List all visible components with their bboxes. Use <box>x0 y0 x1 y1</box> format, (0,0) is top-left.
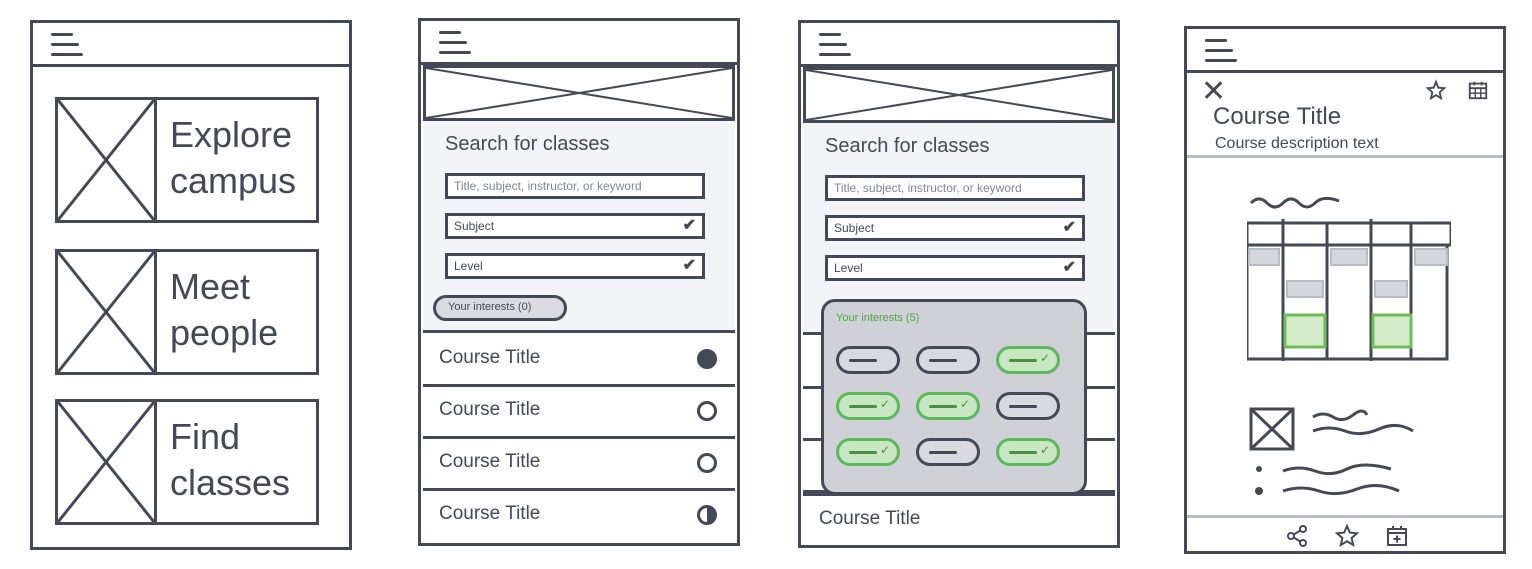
menu-icon[interactable] <box>819 33 851 56</box>
find-classes-tile[interactable]: Find classes <box>55 399 319 525</box>
course-description: Course description text <box>1215 135 1379 152</box>
image-placeholder <box>58 402 157 522</box>
interest-chip-selected[interactable]: ✓ <box>836 438 900 466</box>
interest-chip-selected[interactable]: ✓ <box>996 438 1060 466</box>
interest-chip-selected[interactable]: ✓ <box>996 346 1060 374</box>
schedule-grid <box>1247 219 1451 361</box>
course-title: Course Title <box>439 347 541 368</box>
chip-label-squiggle <box>929 359 957 362</box>
course-detail-screen: ✕ Course Title Course description text <box>1184 26 1506 554</box>
course-title: Course Title <box>439 399 541 420</box>
interest-chip-selected[interactable]: ✓ <box>916 392 980 420</box>
tile-label-line1: Find <box>170 416 241 457</box>
search-panel: Search for classes Title, subject, instr… <box>423 121 735 333</box>
top-bar <box>421 21 737 65</box>
chevron-down-icon: ✔ <box>1062 219 1076 236</box>
top-bar <box>1187 29 1503 73</box>
tile-label-line1: Explore <box>170 114 293 155</box>
image-placeholder <box>58 100 157 220</box>
interest-chip-selected[interactable]: ✓ <box>836 392 900 420</box>
level-select[interactable]: Level ✔ <box>445 253 705 279</box>
chip-label-squiggle <box>929 405 957 408</box>
course-title: Course Title <box>439 503 541 524</box>
chip-label-squiggle <box>929 451 957 454</box>
level-select[interactable]: Level ✔ <box>825 255 1085 281</box>
banner-image-placeholder <box>803 67 1115 123</box>
course-row[interactable]: Course Title <box>423 439 735 491</box>
star-sparkle-icon[interactable] <box>1425 79 1447 101</box>
location-text-squiggle <box>1255 463 1400 496</box>
status-dot-empty-icon <box>697 453 717 473</box>
course-header: ✕ Course Title Course description text <box>1187 73 1503 158</box>
instructor-text-squiggle <box>1312 409 1414 436</box>
tile-label: Find classes <box>170 414 290 506</box>
instructor-avatar-placeholder <box>1249 407 1295 451</box>
share-icon[interactable] <box>1285 524 1309 548</box>
tile-label: Meet people <box>170 264 278 356</box>
status-dot-empty-icon <box>697 401 717 421</box>
course-title: Course Title <box>1213 103 1342 130</box>
menu-icon[interactable] <box>51 33 83 56</box>
chevron-down-icon: ✔ <box>1062 259 1076 276</box>
chip-label-squiggle <box>849 405 877 408</box>
tile-label-line2: people <box>170 312 279 353</box>
home-screen: Explore campus Meet people Find classes <box>30 20 352 550</box>
subject-label: Subject <box>454 219 495 233</box>
meet-people-tile[interactable]: Meet people <box>55 249 319 375</box>
search-input[interactable]: Title, subject, instructor, or keyword <box>445 173 705 199</box>
chevron-down-icon: ✔ <box>682 257 696 274</box>
interests-button[interactable]: Your interests (0) <box>433 295 567 321</box>
calendar-icon[interactable] <box>1467 79 1489 101</box>
interest-chip[interactable] <box>996 392 1060 420</box>
explore-campus-tile[interactable]: Explore campus <box>55 97 319 223</box>
check-icon: ✓ <box>879 443 890 457</box>
check-icon: ✓ <box>879 397 890 411</box>
interest-chip[interactable] <box>916 346 980 374</box>
tile-label: Explore campus <box>170 112 296 204</box>
subject-select[interactable]: Subject ✔ <box>825 215 1085 241</box>
image-placeholder <box>58 252 157 372</box>
subject-select[interactable]: Subject ✔ <box>445 213 705 239</box>
top-bar <box>801 23 1117 67</box>
interests-label[interactable]: Your interests (5) <box>836 312 919 324</box>
course-row[interactable]: Course Title <box>803 493 1115 545</box>
course-row[interactable]: Course Title <box>423 491 735 543</box>
search-heading: Search for classes <box>825 135 990 157</box>
level-label: Level <box>834 261 863 275</box>
chip-label-squiggle <box>1009 451 1037 454</box>
check-icon: ✓ <box>1039 443 1050 457</box>
check-icon: ✓ <box>959 397 970 411</box>
interest-chip[interactable] <box>916 438 980 466</box>
star-icon[interactable] <box>1335 524 1359 548</box>
banner-image-placeholder <box>423 65 735 121</box>
menu-icon[interactable] <box>1205 39 1237 62</box>
tile-label-line1: Meet <box>170 266 251 307</box>
chip-label-squiggle <box>1009 405 1037 408</box>
tile-label-line2: classes <box>170 462 291 503</box>
course-row[interactable]: Course Title <box>423 335 735 387</box>
status-dot-full-icon <box>697 349 717 369</box>
chip-label-squiggle <box>849 359 877 362</box>
course-row[interactable]: Course Title <box>423 387 735 439</box>
chevron-down-icon: ✔ <box>682 217 696 234</box>
top-bar <box>33 23 349 67</box>
search-input[interactable]: Title, subject, instructor, or keyword <box>825 175 1085 201</box>
chip-label-squiggle <box>1009 359 1037 362</box>
subject-label: Subject <box>834 221 875 235</box>
tile-label-line2: campus <box>170 160 297 201</box>
search-screen: Search for classes Title, subject, instr… <box>418 18 740 546</box>
menu-icon[interactable] <box>439 31 471 54</box>
check-icon: ✓ <box>1039 351 1050 365</box>
interest-chip[interactable] <box>836 346 900 374</box>
level-label: Level <box>454 259 483 273</box>
course-title: Course Title <box>819 508 921 529</box>
chip-label-squiggle <box>849 451 877 454</box>
status-dot-half-icon <box>697 505 717 525</box>
course-title: Course Title <box>439 451 541 472</box>
add-to-calendar-icon[interactable] <box>1385 524 1409 548</box>
search-heading: Search for classes <box>445 133 610 155</box>
interests-popup: Your interests (5) ✓ ✓ ✓ ✓ ✓ <box>821 299 1087 495</box>
interests-screen: Search for classes Title, subject, instr… <box>798 20 1120 548</box>
bottom-action-bar <box>1187 515 1503 551</box>
